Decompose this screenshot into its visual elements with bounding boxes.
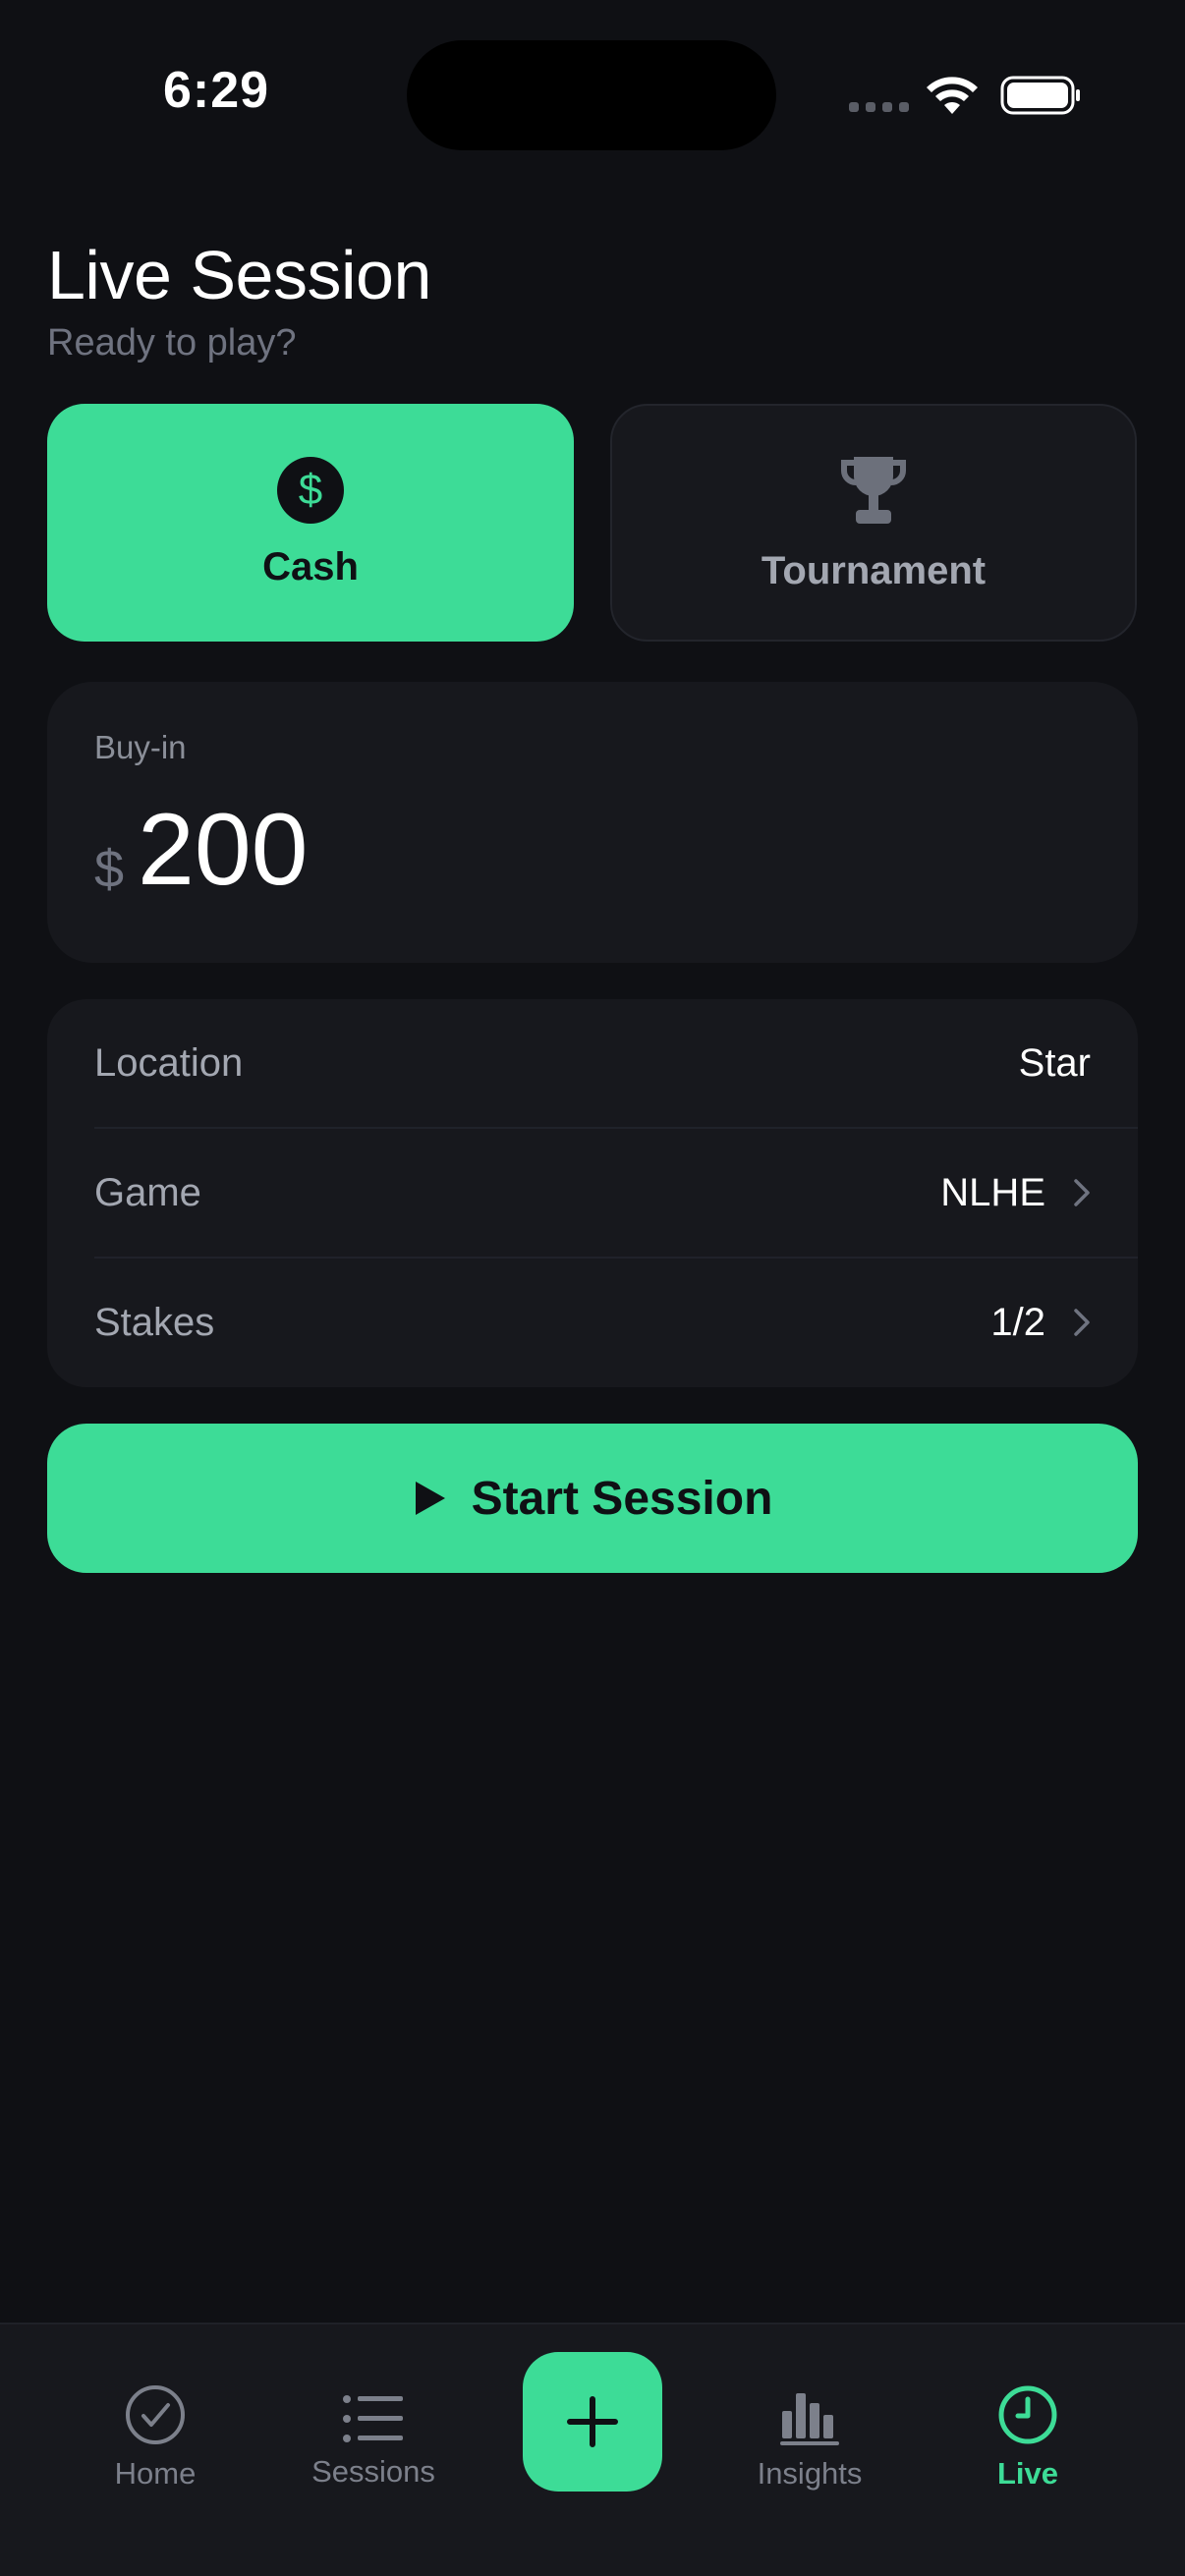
- tab-bar: Home Sessions Insights Live: [0, 2323, 1185, 2576]
- cellular-signal-icon: [849, 102, 909, 112]
- wifi-icon: [927, 77, 978, 114]
- stakes-value-text: 1/2: [990, 1300, 1045, 1344]
- buyin-amount-input[interactable]: 200: [138, 792, 309, 909]
- chevron-right-icon: [1074, 1179, 1090, 1206]
- chevron-right-icon: [1074, 1309, 1090, 1336]
- checkmark-circle-icon: [126, 2385, 185, 2444]
- page-subtitle: Ready to play?: [47, 322, 297, 364]
- location-row[interactable]: Location Star: [47, 999, 1138, 1127]
- cash-type-button[interactable]: $ Cash: [47, 404, 574, 642]
- session-details-card: Location Star Game NLHE Stakes 1/2: [47, 999, 1138, 1387]
- buyin-card[interactable]: Buy-in $ 200: [47, 682, 1138, 963]
- stakes-value: 1/2: [990, 1301, 1091, 1345]
- start-session-button[interactable]: Start Session: [47, 1424, 1138, 1573]
- live-session-screen: 6:29 Live Session Ready to play? $ Cash …: [0, 0, 1185, 2576]
- game-value: NLHE: [940, 1171, 1091, 1215]
- game-value-text: NLHE: [940, 1170, 1045, 1214]
- buyin-currency: $: [94, 840, 125, 899]
- bar-chart-icon: [780, 2393, 839, 2445]
- status-time: 6:29: [163, 62, 270, 119]
- battery-icon: [1000, 76, 1080, 115]
- clock-icon: [998, 2385, 1057, 2444]
- tab-insights[interactable]: Insights: [721, 2383, 898, 2492]
- tab-home[interactable]: Home: [67, 2383, 244, 2492]
- start-session-label: Start Session: [471, 1472, 773, 1525]
- page-title: Live Session: [47, 237, 431, 313]
- location-value-text: Star: [1018, 1040, 1091, 1085]
- tab-sessions-label: Sessions: [311, 2454, 435, 2489]
- cash-type-label: Cash: [262, 544, 359, 588]
- stakes-label: Stakes: [94, 1300, 215, 1344]
- dynamic-island: [407, 40, 776, 150]
- tab-live[interactable]: Live: [939, 2383, 1116, 2492]
- tab-insights-label: Insights: [757, 2456, 863, 2491]
- tab-live-label: Live: [996, 2456, 1059, 2491]
- trophy-icon: [841, 456, 906, 524]
- stakes-row[interactable]: Stakes 1/2: [47, 1259, 1138, 1386]
- plus-icon: [567, 2396, 618, 2447]
- add-session-button[interactable]: [523, 2352, 662, 2492]
- game-label: Game: [94, 1170, 201, 1214]
- dollar-icon: $: [277, 456, 344, 524]
- tab-sessions[interactable]: Sessions: [285, 2393, 462, 2490]
- tournament-type-button[interactable]: Tournament: [610, 404, 1137, 642]
- play-icon: [415, 1482, 445, 1515]
- buyin-label: Buy-in: [94, 729, 187, 765]
- game-row[interactable]: Game NLHE: [47, 1129, 1138, 1257]
- tournament-type-label: Tournament: [761, 548, 987, 592]
- tab-home-label: Home: [114, 2456, 197, 2491]
- location-value: Star: [1019, 1041, 1091, 1086]
- location-label: Location: [94, 1040, 244, 1085]
- list-icon: [343, 2395, 403, 2442]
